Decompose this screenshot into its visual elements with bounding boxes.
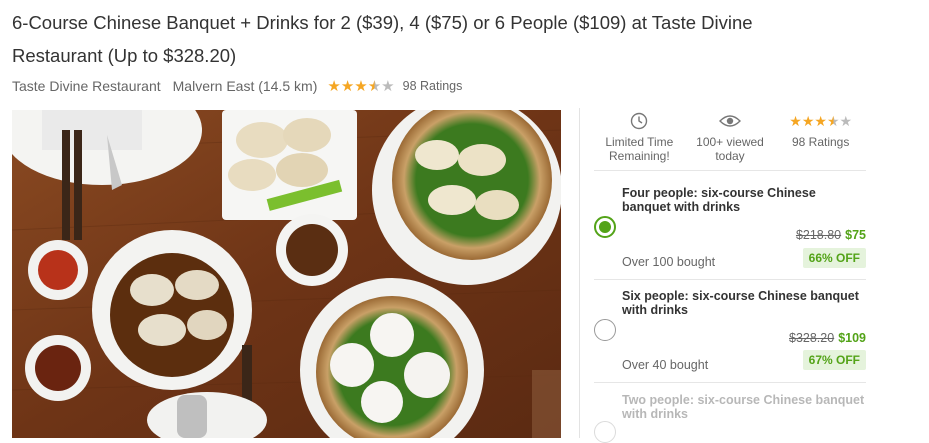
star-empty-icon: ★ bbox=[839, 112, 853, 129]
option-title: Six people: six-course Chinese banquet w… bbox=[622, 289, 859, 317]
star-icon: ★ bbox=[327, 77, 341, 95]
option-divider bbox=[594, 382, 866, 383]
ratings-count-small: 98 Ratings bbox=[791, 135, 850, 149]
half-star-icon: ★ bbox=[826, 112, 840, 129]
discount-badge: 66% OFF bbox=[802, 248, 866, 268]
deal-price: $109 bbox=[838, 331, 866, 345]
option-six-people[interactable]: Six people: six-course Chinese banquet w… bbox=[594, 289, 866, 375]
viewed-text: 100+ viewed today bbox=[696, 135, 764, 163]
clock-icon bbox=[630, 110, 648, 132]
star-empty-icon: ★ bbox=[381, 77, 395, 95]
option-price: $328.20 $109 bbox=[789, 331, 866, 345]
limited-time-text: Limited Time Remaining! bbox=[605, 135, 674, 163]
option-radio[interactable] bbox=[594, 319, 616, 341]
rating-stars: ★ ★ ★ ★ ★ bbox=[327, 79, 394, 94]
star-icon: ★ bbox=[801, 112, 815, 129]
panel-divider bbox=[579, 108, 580, 438]
food-photo bbox=[12, 110, 561, 438]
stat-limited-time: Limited Time Remaining! bbox=[594, 108, 685, 170]
half-star-icon: ★ bbox=[367, 77, 382, 95]
option-four-people[interactable]: Four people: six-course Chinese banquet … bbox=[594, 186, 866, 272]
rating-stars-small: ★ ★ ★ ★ ★ bbox=[789, 110, 852, 132]
option-two-people[interactable]: Two people: six-course Chinese banquet w… bbox=[594, 393, 866, 443]
deal-meta: Taste Divine Restaurant Malvern East (14… bbox=[12, 76, 462, 96]
option-radio[interactable] bbox=[594, 216, 616, 238]
star-icon: ★ bbox=[354, 77, 368, 95]
discount-badge: 67% OFF bbox=[802, 350, 866, 370]
option-radio[interactable] bbox=[594, 421, 616, 443]
stat-viewed: 100+ viewed today bbox=[685, 108, 776, 170]
bought-count: Over 100 bought bbox=[622, 255, 716, 269]
option-price: $218.80 $75 bbox=[796, 228, 866, 242]
deal-stats: Limited Time Remaining! 100+ viewed toda… bbox=[594, 108, 866, 170]
option-divider bbox=[594, 279, 866, 280]
merchant-location: Malvern East (14.5 km) bbox=[172, 78, 318, 94]
option-title: Four people: six-course Chinese banquet … bbox=[622, 186, 816, 214]
deal-price: $75 bbox=[845, 228, 866, 242]
star-icon: ★ bbox=[340, 77, 355, 95]
eye-icon bbox=[719, 110, 741, 132]
original-price: $328.20 bbox=[789, 331, 835, 345]
stat-ratings[interactable]: ★ ★ ★ ★ ★ 98 Ratings bbox=[775, 108, 866, 170]
original-price: $218.80 bbox=[795, 228, 842, 242]
radio-dot bbox=[599, 221, 611, 233]
ratings-count[interactable]: 98 Ratings bbox=[403, 79, 463, 93]
bought-count: Over 40 bought bbox=[622, 358, 709, 372]
star-icon: ★ bbox=[814, 112, 827, 129]
option-title: Two people: six-course Chinese banquet w… bbox=[622, 393, 865, 421]
stats-divider bbox=[594, 170, 866, 171]
deal-title: 6-Course Chinese Banquet + Drinks for 2 … bbox=[12, 12, 753, 66]
merchant-name[interactable]: Taste Divine Restaurant bbox=[12, 78, 161, 94]
star-icon: ★ bbox=[789, 112, 802, 129]
deal-image[interactable] bbox=[12, 110, 561, 438]
